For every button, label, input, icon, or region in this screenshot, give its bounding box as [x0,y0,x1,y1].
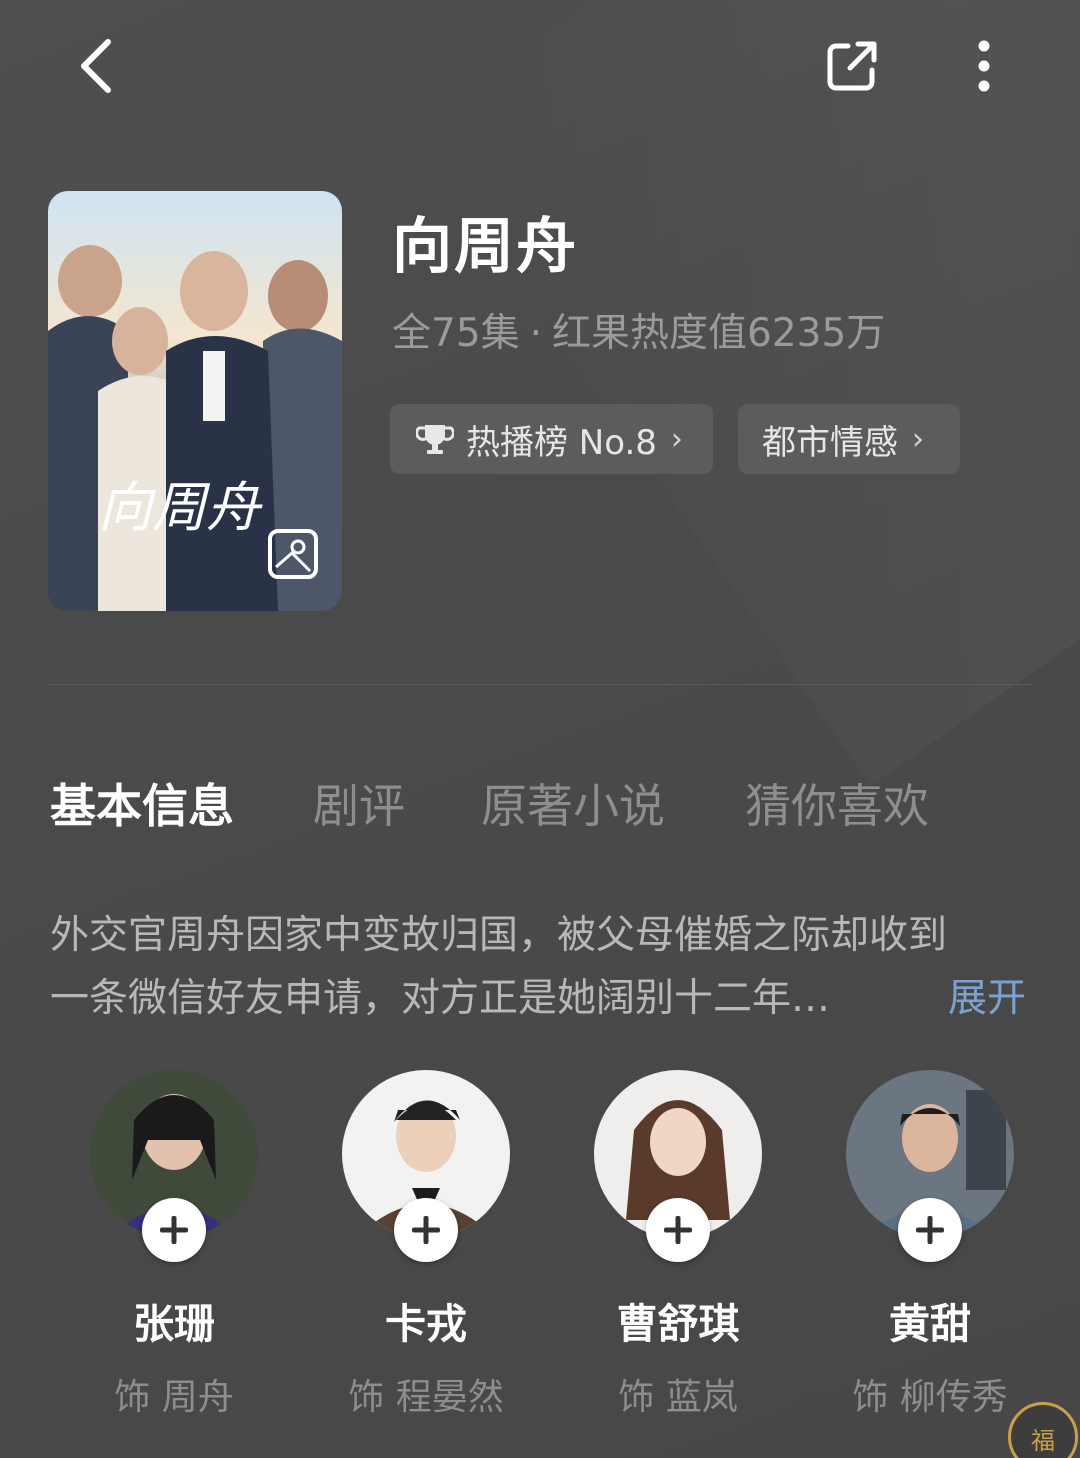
chevron-right-icon: › [670,421,683,457]
plus-icon [412,1216,440,1244]
cast-member[interactable]: 卡戎 饰 程晏然 [306,1070,546,1420]
avatar[interactable] [846,1070,1014,1262]
cast-role: 饰 柳传秀 [852,1377,1008,1418]
cast-role: 饰 程晏然 [348,1377,504,1418]
cast-member[interactable]: 张珊 饰 周舟 [54,1070,294,1420]
divider [48,684,1032,685]
tab-basic-info[interactable]: 基本信息 [50,770,234,836]
synopsis: 外交官周舟因家中变故归国，被父母催婚之际却收到 一条微信好友申请，对方正是她阔别… [50,904,1030,1030]
synopsis-line: 外交官周舟因家中变故归国，被父母催婚之际却收到 [50,913,948,958]
trophy-icon [416,425,454,454]
cast-member[interactable]: 黄甜 饰 柳传秀 [810,1070,1050,1420]
show-title: 向周舟 [392,212,578,282]
tab-bar: 基本信息 剧评 原著小说 猜你喜欢 [0,770,1080,834]
avatar[interactable] [594,1070,762,1262]
meta-separator: · [529,311,543,356]
genre-tag[interactable]: 都市情感 › [738,404,960,474]
floating-reward-button[interactable]: 福 [1008,1402,1078,1458]
drama-detail-page: 向周舟 向周舟 全75集 · 红果热度值6235万 热播榜 No.8 › 都市情感 … [0,0,1080,1458]
chevron-left-icon [81,39,111,93]
avatar[interactable] [342,1070,510,1262]
follow-button[interactable] [142,1198,206,1262]
more-vertical-icon [978,40,990,92]
genre-tag-label: 都市情感 [762,422,898,463]
tab-reviews[interactable]: 剧评 [313,770,405,836]
rank-tag-label: 热播榜 No.8 [466,422,657,463]
share-icon [827,41,877,91]
cast-role: 饰 周舟 [114,1377,234,1418]
cast-name: 卡戎 [385,1300,467,1348]
poster-image[interactable]: 向周舟 [48,191,342,611]
cast-name: 张珊 [133,1300,215,1348]
plus-icon [916,1216,944,1244]
chevron-right-icon: › [912,421,924,457]
avatar[interactable] [90,1070,258,1262]
episode-count: 全75集 [392,311,520,356]
follow-button[interactable] [394,1198,458,1262]
plus-icon [160,1216,188,1244]
plus-icon [664,1216,692,1244]
expand-button[interactable]: 展开 [948,967,1026,1030]
synopsis-line: 一条微信好友申请，对方正是她阔别十二年… [50,976,831,1021]
poster-title-art: 向周舟 [98,476,263,539]
background-decoration [411,0,1080,786]
heat-value: 红果热度值6235万 [552,311,886,356]
follow-button[interactable] [898,1198,962,1262]
more-button[interactable] [948,30,1020,102]
share-button[interactable] [816,30,888,102]
rank-tag[interactable]: 热播榜 No.8 › [390,404,713,474]
tab-recommendations[interactable]: 猜你喜欢 [745,770,929,836]
follow-button[interactable] [646,1198,710,1262]
cast-role: 饰 蓝岚 [618,1377,738,1418]
cast-member[interactable]: 曹舒琪 饰 蓝岚 [558,1070,798,1420]
back-button[interactable] [60,30,132,102]
show-meta: 全75集 · 红果热度值6235万 [392,302,885,358]
cast-name: 黄甜 [889,1300,971,1348]
cast-name: 曹舒琪 [616,1300,740,1348]
tab-original-novel[interactable]: 原著小说 [481,770,665,836]
